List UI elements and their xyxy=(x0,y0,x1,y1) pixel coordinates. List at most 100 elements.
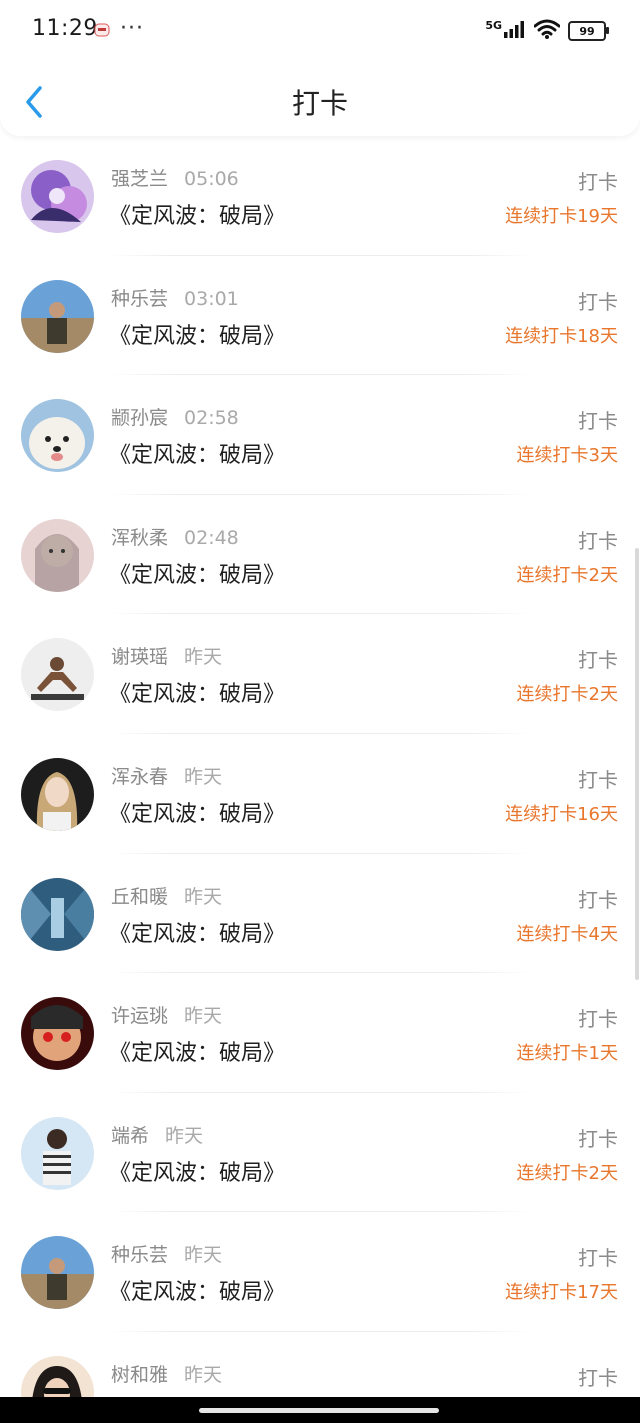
item-meta: 树和雅 昨天 xyxy=(111,1360,222,1387)
scrollbar[interactable] xyxy=(635,548,639,980)
book-title[interactable]: 《定风波：破局》 xyxy=(109,318,285,350)
book-title[interactable]: 《定风波：破局》 xyxy=(109,1274,285,1306)
page-title: 打卡 xyxy=(291,87,348,120)
avatar[interactable] xyxy=(21,160,94,233)
list-item[interactable]: 谢瑛瑶 昨天 《定风波：破局》 打卡 连续打卡2天 xyxy=(0,614,640,734)
wifi-icon xyxy=(533,19,561,43)
app-notification-icon xyxy=(94,22,110,38)
action-label: 打卡 xyxy=(578,289,618,314)
list-item[interactable]: 种乐芸 03:01 《定风波：破局》 打卡 连续打卡18天 xyxy=(0,256,640,376)
battery-icon: 99 xyxy=(568,21,609,41)
checkin-time: 昨天 xyxy=(184,885,223,908)
item-meta: 端希 昨天 xyxy=(111,1121,203,1148)
list-item[interactable]: 许运珧 昨天 《定风波：破局》 打卡 连续打卡1天 xyxy=(0,973,640,1093)
user-name[interactable]: 颛孙宸 xyxy=(111,407,168,429)
action-label: 打卡 xyxy=(578,1126,618,1151)
avatar[interactable] xyxy=(21,279,94,353)
avatar[interactable] xyxy=(21,877,94,951)
streak-count: 连续打卡4天 xyxy=(516,923,618,945)
book-title[interactable]: 《定风波：破局》 xyxy=(109,557,285,589)
avatar[interactable] xyxy=(21,997,94,1071)
action-label: 打卡 xyxy=(578,1246,618,1271)
checkin-time: 昨天 xyxy=(184,1363,223,1386)
checkin-time: 03:01 xyxy=(184,287,239,310)
checkin-list: 强芝兰 05:06 《定风波：破局》 打卡 连续打卡19天 种乐芸 03:01 《定… xyxy=(0,136,640,1423)
user-name[interactable]: 浑永春 xyxy=(111,766,168,788)
checkin-page: 11:29 ··· 5G 99 打卡 强芝兰 05:06 《定风波：破局》 打卡… xyxy=(0,0,640,1423)
item-meta: 浑秋柔 02:48 xyxy=(111,523,239,550)
action-label: 打卡 xyxy=(578,887,618,912)
book-title[interactable]: 《定风波：破局》 xyxy=(109,916,285,948)
checkin-time: 02:48 xyxy=(184,526,239,549)
avatar[interactable] xyxy=(21,638,94,712)
streak-count: 连续打卡3天 xyxy=(516,445,618,467)
action-label: 打卡 xyxy=(578,1007,618,1032)
list-item[interactable]: 种乐芸 昨天 《定风波：破局》 打卡 连续打卡17天 xyxy=(0,1212,640,1332)
streak-count: 连续打卡18天 xyxy=(505,325,618,347)
book-title[interactable]: 《定风波：破局》 xyxy=(109,796,285,828)
action-label: 打卡 xyxy=(578,1365,618,1390)
user-name[interactable]: 谢瑛瑶 xyxy=(111,646,168,668)
checkin-time: 昨天 xyxy=(184,1005,223,1028)
book-title[interactable]: 《定风波：破局》 xyxy=(109,437,285,469)
item-meta: 丘和暖 昨天 xyxy=(111,882,222,909)
action-label: 打卡 xyxy=(578,648,618,673)
more-notifications-icon: ··· xyxy=(120,16,144,41)
streak-count: 连续打卡19天 xyxy=(505,206,618,227)
action-label: 打卡 xyxy=(578,528,618,553)
item-meta: 颛孙宸 02:58 xyxy=(111,403,239,430)
user-name[interactable]: 种乐芸 xyxy=(111,288,168,310)
avatar[interactable] xyxy=(21,518,94,592)
avatar[interactable] xyxy=(21,757,94,831)
checkin-time: 昨天 xyxy=(184,765,223,788)
checkin-time: 昨天 xyxy=(184,646,223,669)
user-name[interactable]: 端希 xyxy=(111,1125,149,1147)
user-name[interactable]: 树和雅 xyxy=(111,1364,168,1386)
user-name[interactable]: 许运珧 xyxy=(111,1005,168,1027)
action-label: 打卡 xyxy=(578,767,618,792)
item-meta: 种乐芸 昨天 xyxy=(111,1240,222,1267)
list-item[interactable]: 浑永春 昨天 《定风波：破局》 打卡 连续打卡16天 xyxy=(0,734,640,854)
header: 11:29 ··· 5G 99 打卡 xyxy=(0,0,640,136)
signal-icon xyxy=(504,20,526,42)
streak-count: 连续打卡17天 xyxy=(505,1282,618,1304)
status-icons: 5G 99 xyxy=(485,18,609,44)
book-title[interactable]: 《定风波：破局》 xyxy=(109,1155,285,1187)
user-name[interactable]: 丘和暖 xyxy=(111,886,168,908)
user-name[interactable]: 强芝兰 xyxy=(111,168,168,190)
streak-count: 连续打卡2天 xyxy=(516,1162,618,1184)
avatar[interactable] xyxy=(21,1116,94,1190)
item-meta: 许运珧 昨天 xyxy=(111,1001,222,1028)
book-title[interactable]: 《定风波：破局》 xyxy=(109,198,285,230)
item-meta: 谢瑛瑶 昨天 xyxy=(111,642,222,669)
item-meta: 强芝兰 05:06 xyxy=(111,164,239,191)
list-item[interactable]: 端希 昨天 《定风波：破局》 打卡 连续打卡2天 xyxy=(0,1093,640,1213)
checkin-time: 昨天 xyxy=(165,1124,204,1147)
streak-count: 连续打卡2天 xyxy=(516,564,618,586)
streak-count: 连续打卡2天 xyxy=(516,684,618,706)
action-label: 打卡 xyxy=(578,170,618,194)
list-item[interactable]: 浑秋柔 02:48 《定风波：破局》 打卡 连续打卡2天 xyxy=(0,495,640,615)
checkin-time: 02:58 xyxy=(184,407,239,430)
book-title[interactable]: 《定风波：破局》 xyxy=(109,1035,285,1067)
status-time: 11:29 xyxy=(32,16,98,41)
list-item[interactable]: 丘和暖 昨天 《定风波：破局》 打卡 连续打卡4天 xyxy=(0,854,640,974)
checkin-time: 昨天 xyxy=(184,1244,223,1267)
list-item[interactable]: 颛孙宸 02:58 《定风波：破局》 打卡 连续打卡3天 xyxy=(0,375,640,495)
user-name[interactable]: 种乐芸 xyxy=(111,1244,168,1266)
item-meta: 浑永春 昨天 xyxy=(111,762,222,789)
streak-count: 连续打卡1天 xyxy=(516,1043,618,1065)
list-item[interactable]: 强芝兰 05:06 《定风波：破局》 打卡 连续打卡19天 xyxy=(0,136,640,256)
avatar[interactable] xyxy=(21,1236,94,1310)
avatar[interactable] xyxy=(21,399,94,473)
status-bar: 11:29 ··· 5G 99 xyxy=(0,0,640,62)
home-indicator[interactable] xyxy=(199,1408,439,1413)
checkin-time: 05:06 xyxy=(184,168,239,190)
book-title[interactable]: 《定风波：破局》 xyxy=(109,676,285,708)
nav-bar: 打卡 xyxy=(0,62,640,136)
network-type: 5G xyxy=(485,18,502,32)
streak-count: 连续打卡16天 xyxy=(505,803,618,825)
gesture-bar xyxy=(0,1397,640,1423)
user-name[interactable]: 浑秋柔 xyxy=(111,527,168,549)
action-label: 打卡 xyxy=(578,409,618,434)
